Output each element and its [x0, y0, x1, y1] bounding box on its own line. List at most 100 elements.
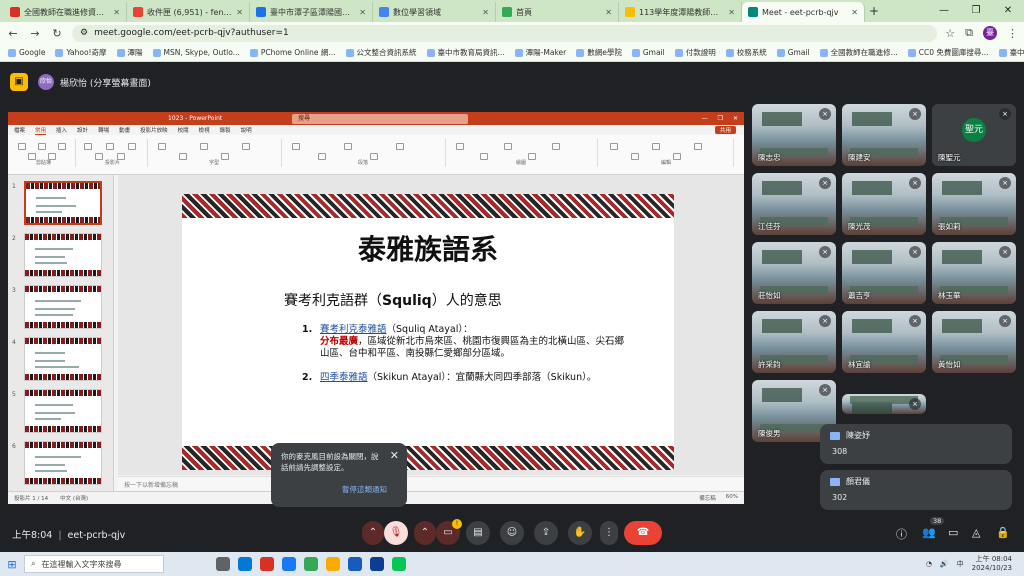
pp-menu-tab[interactable]: 檢視: [199, 126, 210, 134]
captions-button[interactable]: ▤: [466, 521, 490, 545]
participant-tile[interactable]: ⨯ 張如莉: [932, 173, 1016, 235]
app-icon[interactable]: [370, 557, 384, 571]
edge-icon[interactable]: [238, 557, 252, 571]
pp-share-button[interactable]: 共用: [714, 126, 736, 134]
ribbon-tool-icon[interactable]: [396, 143, 404, 150]
wifi-icon[interactable]: ◔: [926, 560, 932, 568]
line-icon[interactable]: [392, 557, 406, 571]
present-button[interactable]: ⇪: [534, 521, 558, 545]
ribbon-tool-icon[interactable]: [673, 153, 681, 160]
ribbon-tool-icon[interactable]: [610, 143, 618, 150]
ribbon-tool-icon[interactable]: [242, 143, 250, 150]
file-explorer-icon[interactable]: [326, 557, 340, 571]
browser-tab[interactable]: Meet - eet-pcrb-qjv ✕: [742, 2, 865, 22]
ribbon-tool-icon[interactable]: [95, 153, 103, 160]
slide-thumbnail[interactable]: [24, 389, 102, 433]
browser-tab[interactable]: 收件匣 (6,951) - fenn0427@g✕: [127, 2, 250, 22]
tab-close-icon[interactable]: ✕: [605, 8, 612, 17]
ribbon-tool-icon[interactable]: [58, 143, 66, 150]
pp-menu-tab[interactable]: 說明: [241, 126, 252, 134]
toast-close-icon[interactable]: ✕: [390, 449, 399, 462]
participant-tile[interactable]: ⨯ 林宜諭: [842, 311, 926, 373]
people-icon[interactable]: 👥: [922, 526, 936, 539]
browser-menu-icon[interactable]: ⋮: [1007, 27, 1018, 40]
pp-menu-tab[interactable]: 動畫: [119, 126, 130, 134]
bookmark-item[interactable]: 臺中市雲端數位學...: [998, 47, 1024, 58]
profile-avatar[interactable]: 臺: [983, 26, 997, 40]
bookmark-item[interactable]: 公文整合資訊系統: [345, 47, 417, 58]
ribbon-tool-icon[interactable]: [18, 143, 26, 150]
pp-close-icon[interactable]: ✕: [733, 115, 738, 122]
site-info-icon[interactable]: ⚙: [80, 28, 88, 38]
participant-tile[interactable]: ⨯ 陳建安: [842, 104, 926, 166]
chat-card[interactable]: 陳姿妤 308: [820, 424, 1012, 464]
activities-icon[interactable]: ◬: [972, 526, 980, 539]
slide-thumbnail[interactable]: [24, 441, 102, 485]
mute-notifications-link[interactable]: 暫停這類通知: [342, 484, 387, 495]
bookmark-item[interactable]: 數網e學院: [576, 47, 622, 58]
camera-options-icon[interactable]: ⌃: [414, 521, 436, 545]
ribbon-tool-icon[interactable]: [504, 143, 512, 150]
participant-tile[interactable]: ⨯ 陳光茂: [842, 173, 926, 235]
bookmark-item[interactable]: 付款證明: [674, 47, 716, 58]
ribbon-tool-icon[interactable]: [158, 143, 166, 150]
tab-close-icon[interactable]: ✕: [236, 8, 243, 17]
task-view-icon[interactable]: [216, 557, 230, 571]
bookmark-item[interactable]: CC0 免費圖庫搜尋...: [907, 47, 989, 58]
address-bar[interactable]: ⚙ meet.google.com/eet-pcrb-qjv?authuser=…: [72, 24, 938, 42]
ribbon-tool-icon[interactable]: [179, 153, 187, 160]
ribbon-tool-icon[interactable]: [318, 153, 326, 160]
slide-thumbnail[interactable]: [24, 337, 102, 381]
bookmark-item[interactable]: 全國教師在職進修...: [819, 47, 898, 58]
bookmark-item[interactable]: 潭陽-Maker: [514, 47, 566, 58]
notes-pane[interactable]: 按一下以新增備忘稿: [118, 476, 744, 490]
clock[interactable]: 上午 08:04 2024/10/23: [972, 555, 1012, 573]
reload-icon[interactable]: ↻: [50, 27, 64, 40]
participant-tile[interactable]: ⨯ 莊怡如: [752, 242, 836, 304]
mic-options-icon[interactable]: ⌃: [362, 521, 384, 545]
mic-off-button[interactable]: 🎙: [384, 521, 408, 545]
ribbon-tool-icon[interactable]: [292, 143, 300, 150]
pp-menu-tab[interactable]: 投影片放映: [140, 126, 168, 134]
pp-menu-tab[interactable]: 檔案: [14, 126, 25, 134]
tab-close-icon[interactable]: ✕: [113, 8, 120, 17]
ribbon-tool-icon[interactable]: [631, 153, 639, 160]
bookmark-star-icon[interactable]: ☆: [945, 27, 955, 40]
participant-tile[interactable]: ⨯ 黃怡如: [932, 311, 1016, 373]
ribbon-tool-icon[interactable]: [528, 153, 536, 160]
tab-close-icon[interactable]: ✕: [482, 8, 489, 17]
ribbon-tool-icon[interactable]: [652, 143, 660, 150]
volume-icon[interactable]: 🔊: [940, 560, 949, 568]
participant-tile[interactable]: 聖元 ⨯ 陳聖元: [932, 104, 1016, 166]
bookmark-item[interactable]: PChome Online 網...: [249, 47, 336, 58]
ribbon-tool-icon[interactable]: [552, 143, 560, 150]
ribbon-tool-icon[interactable]: [456, 143, 464, 150]
ribbon-tool-icon[interactable]: [28, 153, 36, 160]
pp-menu-tab[interactable]: 錄製: [220, 126, 231, 134]
participant-tile[interactable]: ⨯ 陳志忠: [752, 104, 836, 166]
browser-tab[interactable]: 全國教師在職進修資訊網 ✕: [4, 2, 127, 22]
bookmark-item[interactable]: Gmail: [776, 48, 810, 57]
tab-close-icon[interactable]: ✕: [728, 8, 735, 17]
ribbon-tool-icon[interactable]: [84, 143, 92, 150]
chat-icon[interactable]: ▭: [948, 526, 958, 539]
taskbar-search[interactable]: ⌕ 在這裡輸入文字來搜尋: [24, 555, 164, 573]
facebook-icon[interactable]: [282, 557, 296, 571]
minimize-icon[interactable]: —: [928, 0, 960, 22]
participant-tile[interactable]: ⨯ 蕭吉亨: [842, 242, 926, 304]
ribbon-tool-icon[interactable]: [106, 143, 114, 150]
bookmark-item[interactable]: 潭陽: [116, 47, 143, 58]
participant-tile[interactable]: ⨯: [842, 394, 926, 414]
raise-hand-button[interactable]: ✋: [568, 521, 592, 545]
presenter-chip[interactable]: 欣怡 楊欣怡 (分享螢幕畫面): [38, 74, 151, 90]
tab-close-icon[interactable]: ✕: [359, 8, 366, 17]
browser-tab[interactable]: 臺中市潭子區潭陽國民小學 ✕: [250, 2, 373, 22]
slide-thumbnail[interactable]: [24, 285, 102, 329]
bookmark-item[interactable]: Gmail: [631, 48, 665, 57]
input-language[interactable]: 中: [957, 559, 964, 569]
new-tab-button[interactable]: +: [865, 4, 883, 18]
bookmark-item[interactable]: MSN, Skype, Outlo...: [152, 48, 240, 57]
word-icon[interactable]: [348, 557, 362, 571]
bookmark-item[interactable]: 臺中市教育局資訊...: [426, 47, 505, 58]
leave-call-button[interactable]: ☎: [624, 521, 662, 545]
